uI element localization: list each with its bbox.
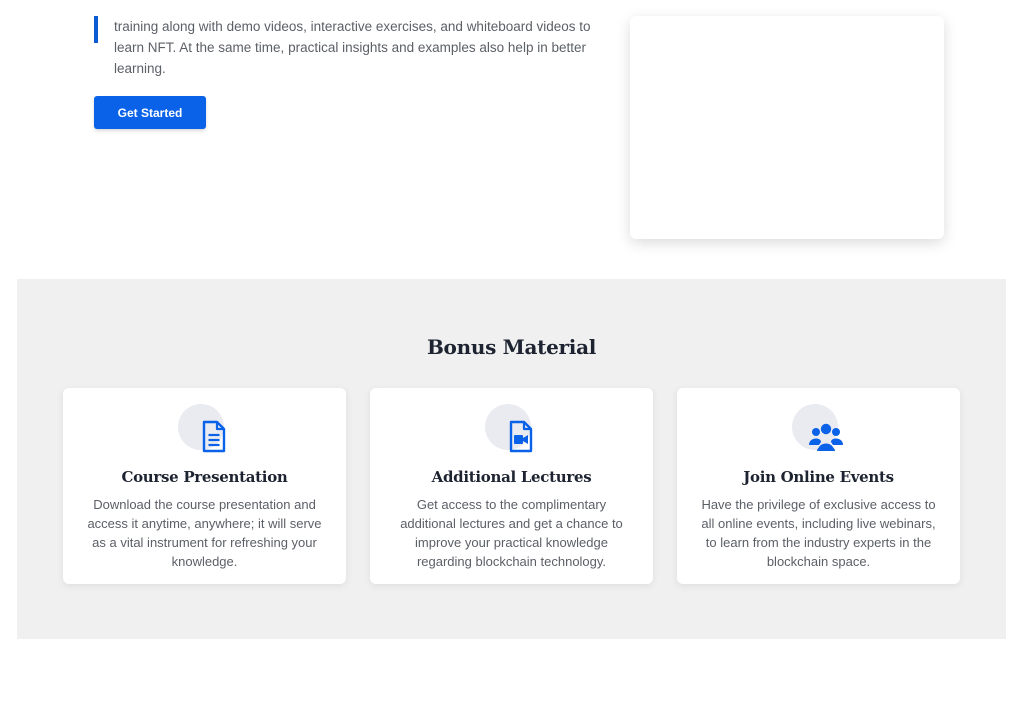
intro-quote: training along with demo videos, interac… [94,16,614,79]
intro-section: training along with demo videos, interac… [0,0,1024,279]
media-card [630,16,944,239]
video-file-icon [509,420,532,453]
document-icon [202,420,225,453]
get-started-button[interactable]: Get Started [94,96,206,129]
icon-container [484,404,545,458]
icon-container [791,404,852,458]
card-title: Course Presentation [121,468,288,486]
icon-container [177,404,238,458]
card-title: Join Online Events [743,468,894,486]
bonus-card-join-online-events: Join Online Events Have the privilege of… [677,388,960,584]
bonus-card-additional-lectures: Additional Lectures Get access to the co… [370,388,653,584]
card-description: Download the course presentation and acc… [87,497,322,569]
bonus-section: Bonus Material Course Presentation Downl… [17,279,1006,639]
bonus-card-course-presentation: Course Presentation Download the course … [63,388,346,584]
intro-text: training along with demo videos, interac… [114,19,591,76]
users-group-icon [808,423,843,451]
section-title: Bonus Material [426,335,597,359]
card-title: Additional Lectures [431,468,592,486]
card-description: Have the privilege of exclusive access t… [701,497,936,569]
card-description: Get access to the complimentary addition… [400,497,623,569]
